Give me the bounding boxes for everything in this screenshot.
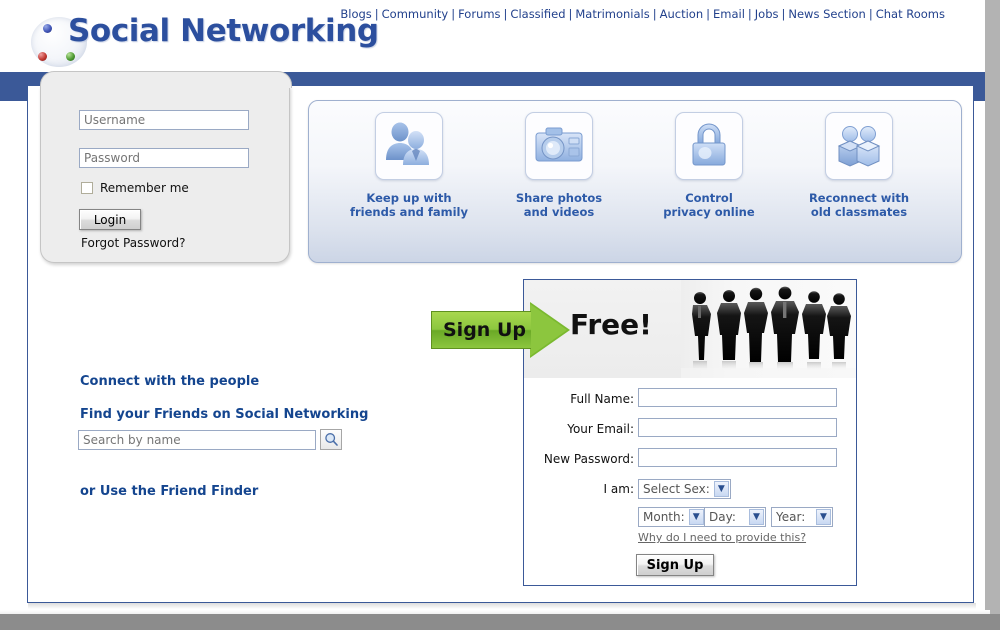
search-button[interactable] xyxy=(320,429,342,450)
content-frame-shadow xyxy=(28,603,976,609)
nav-link-email[interactable]: Email xyxy=(713,7,745,21)
feature-keep-up-with-friends[interactable]: Keep up with friends and family xyxy=(334,112,484,219)
blue-dot-icon xyxy=(43,24,52,33)
nav-link-blogs[interactable]: Blogs xyxy=(340,7,371,21)
sex-select-value: Select Sex: xyxy=(643,482,710,496)
nav-separator: | xyxy=(503,7,508,21)
feature-label: Reconnect with old classmates xyxy=(784,191,934,219)
nav-separator: | xyxy=(652,7,657,21)
feature-highlights-panel: Keep up with friends and family Share ph… xyxy=(308,100,962,263)
feature-reconnect-classmates[interactable]: Reconnect with old classmates xyxy=(784,112,934,219)
email-input[interactable] xyxy=(638,418,837,437)
feature-label-line2: friends and family xyxy=(350,205,468,219)
logo-text: Social Networking xyxy=(68,13,379,49)
feature-label: Control privacy online xyxy=(634,191,784,219)
feature-share-photos[interactable]: Share photos and videos xyxy=(484,112,634,219)
why-provide-this-link[interactable]: Why do I need to provide this? xyxy=(638,531,806,544)
field-row-email: Your Email: xyxy=(524,418,856,440)
full-name-input[interactable] xyxy=(638,388,837,407)
username-input[interactable] xyxy=(79,110,249,130)
outer-margin-right xyxy=(985,0,1000,614)
feature-label-line1: Keep up with xyxy=(366,191,452,205)
month-select-value: Month: xyxy=(643,510,685,524)
nav-separator: | xyxy=(568,7,573,21)
two-people-boxes-icon xyxy=(825,112,893,180)
sex-select[interactable]: Select Sex: ▼ xyxy=(638,478,731,499)
business-people-silhouettes-icon xyxy=(681,280,856,378)
nav-link-jobs[interactable]: Jobs xyxy=(755,7,779,21)
chevron-down-icon: ▼ xyxy=(816,509,831,525)
feature-label-line1: Control xyxy=(685,191,733,205)
feature-label: Share photos and videos xyxy=(484,191,634,219)
nav-link-auction[interactable]: Auction xyxy=(660,7,704,21)
red-dot-icon xyxy=(38,52,47,61)
year-select-value: Year: xyxy=(776,510,806,524)
nav-separator: | xyxy=(868,7,873,21)
email-label: Your Email: xyxy=(567,422,634,436)
feature-control-privacy[interactable]: Control privacy online xyxy=(634,112,784,219)
connect-heading: Connect with the people xyxy=(80,374,260,389)
field-row-new-password: New Password: xyxy=(524,448,856,470)
nav-separator: | xyxy=(451,7,456,21)
chevron-down-icon: ▼ xyxy=(749,509,764,525)
search-input[interactable] xyxy=(78,430,316,450)
nav-separator: | xyxy=(781,7,786,21)
nav-link-classified[interactable]: Classified xyxy=(510,7,565,21)
feature-label-line2: and videos xyxy=(523,205,595,219)
signup-arrow-label: Sign Up xyxy=(443,319,526,341)
nav-separator: | xyxy=(374,7,379,21)
feature-label-line2: old classmates xyxy=(810,205,908,219)
site-logo[interactable]: Social Networking xyxy=(28,5,379,67)
day-select[interactable]: Day: ▼ xyxy=(704,506,766,527)
feature-label-line1: Share photos xyxy=(515,191,603,205)
chevron-down-icon: ▼ xyxy=(713,481,729,497)
signup-form: Full Name: Your Email: New Password: I a… xyxy=(524,378,856,586)
feature-label-line1: Reconnect with xyxy=(808,191,910,205)
friend-finder-heading: or Use the Friend Finder xyxy=(80,484,259,499)
year-select[interactable]: Year: ▼ xyxy=(771,506,833,527)
outer-margin-bottom xyxy=(0,614,1000,630)
full-name-label: Full Name: xyxy=(570,392,634,406)
padlock-icon xyxy=(675,112,743,180)
nav-link-matrimonials[interactable]: Matrimonials xyxy=(575,7,649,21)
feature-label: Keep up with friends and family xyxy=(334,191,484,219)
i-am-label: I am: xyxy=(603,482,634,496)
remember-me-row[interactable]: Remember me xyxy=(81,181,189,195)
page-root: Social Networking Blogs | Community | Forums… xyxy=(0,0,1000,630)
new-password-label: New Password: xyxy=(543,452,634,466)
chevron-down-icon: ▼ xyxy=(688,509,704,525)
magnifier-icon xyxy=(324,433,338,446)
signup-panel: Free! Sign Up Full Name: Your Email: New… xyxy=(431,279,857,586)
new-password-input[interactable] xyxy=(638,448,837,467)
nav-link-chat-rooms[interactable]: Chat Rooms xyxy=(876,7,945,21)
green-dot-icon xyxy=(66,52,75,61)
day-select-value: Day: xyxy=(709,510,736,524)
nav-separator: | xyxy=(747,7,752,21)
password-input[interactable] xyxy=(79,148,249,168)
free-label: Free! xyxy=(570,308,652,341)
top-navigation: Blogs | Community | Forums | Classified | Matrim… xyxy=(340,7,945,21)
friend-search-row xyxy=(78,429,342,450)
signup-submit-button[interactable]: Sign Up xyxy=(636,554,714,576)
site-header: Social Networking Blogs | Community | Forums… xyxy=(0,0,985,72)
forgot-password-link[interactable]: Forgot Password? xyxy=(81,236,185,250)
field-row-full-name: Full Name: xyxy=(524,388,856,410)
field-row-birthdate: Month: ▼ Day: ▼ Year: ▼ xyxy=(524,506,856,528)
people-pair-icon xyxy=(375,112,443,180)
camera-icon xyxy=(525,112,593,180)
remember-me-label: Remember me xyxy=(100,181,189,195)
signup-arrow-banner[interactable]: Sign Up xyxy=(431,302,571,359)
nav-link-news-section[interactable]: News Section xyxy=(788,7,865,21)
feature-label-line2: privacy online xyxy=(663,205,755,219)
month-select[interactable]: Month: ▼ xyxy=(638,506,706,527)
field-row-sex: I am: Select Sex: ▼ xyxy=(524,478,856,500)
login-panel: Remember me Login Forgot Password? xyxy=(40,71,292,263)
login-button[interactable]: Login xyxy=(79,209,141,230)
find-friends-heading: Find your Friends on Social Networking xyxy=(80,407,369,422)
remember-me-checkbox[interactable] xyxy=(81,182,93,194)
signup-banner: Free! xyxy=(524,280,856,378)
nav-link-forums[interactable]: Forums xyxy=(458,7,500,21)
nav-separator: | xyxy=(706,7,710,21)
nav-link-community[interactable]: Community xyxy=(382,7,449,21)
